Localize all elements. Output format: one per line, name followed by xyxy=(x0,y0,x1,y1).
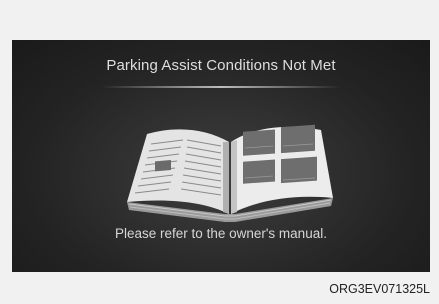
illustration-frame: Parking Assist Conditions Not Met Please… xyxy=(0,0,439,304)
warning-title: Parking Assist Conditions Not Met xyxy=(106,57,336,74)
cluster-display: Parking Assist Conditions Not Met Please… xyxy=(12,40,430,272)
figure-code: ORG3EV071325L xyxy=(329,282,430,296)
open-manual-icon xyxy=(127,124,333,222)
refer-manual-message: Please refer to the owner's manual. xyxy=(115,226,327,241)
title-divider xyxy=(102,86,340,88)
